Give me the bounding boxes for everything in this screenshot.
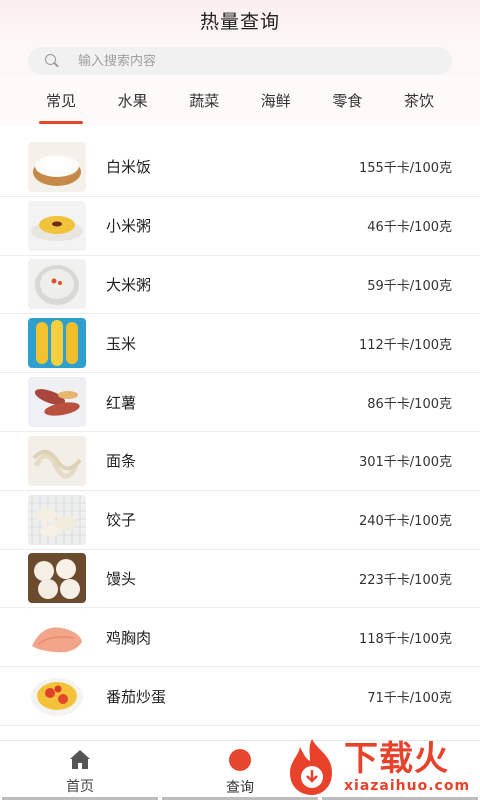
list-item[interactable]: 玉米 112千卡/100克 xyxy=(0,314,480,374)
food-name: 白米饭 xyxy=(106,158,152,177)
tab-seafood[interactable]: 海鲜 xyxy=(261,86,291,115)
nav-home[interactable]: 首页 xyxy=(0,741,160,800)
food-name: 鸡胸肉 xyxy=(106,628,152,647)
noodles-image xyxy=(28,435,86,486)
rice-bowl-image xyxy=(28,141,86,192)
food-name: 小米粥 xyxy=(106,217,152,236)
tab-vegetables[interactable]: 蔬菜 xyxy=(189,86,219,115)
food-list: 白米饭 155千卡/100克 小米粥 46千卡/100克 大米粥 59千卡/10… xyxy=(0,138,480,726)
list-item[interactable]: 大米粥 59千卡/100克 xyxy=(0,256,480,315)
food-calories: 240千卡/100克 xyxy=(358,514,452,530)
list-item[interactable]: 小米粥 46千卡/100克 xyxy=(0,197,480,256)
watermark-text: 下载火 xyxy=(344,739,449,779)
list-item[interactable]: 鸡胸肉 118千卡/100克 xyxy=(0,608,480,668)
watermark-url: xiazaihuo.com xyxy=(344,778,471,794)
food-name: 大米粥 xyxy=(106,275,152,294)
list-item[interactable]: 馒头 223千卡/100克 xyxy=(0,550,480,609)
food-name: 饺子 xyxy=(106,511,137,530)
food-calories: 223千卡/100克 xyxy=(358,572,452,588)
food-calories: 155千卡/100克 xyxy=(358,161,452,177)
tab-snacks[interactable]: 零食 xyxy=(332,86,362,115)
tomato-egg-image xyxy=(28,671,86,722)
millet-porridge-image xyxy=(28,200,86,251)
search-bar[interactable] xyxy=(28,47,452,75)
tab-drinks[interactable]: 茶饮 xyxy=(404,86,434,115)
food-calories: 112千卡/100克 xyxy=(358,337,452,353)
food-calories: 59千卡/100克 xyxy=(367,278,452,294)
food-calories: 301千卡/100克 xyxy=(358,455,452,471)
dumplings-image xyxy=(28,494,86,545)
food-name: 番茄炒蛋 xyxy=(106,687,167,706)
sweet-potato-image xyxy=(28,377,86,428)
list-item[interactable]: 番茄炒蛋 71千卡/100克 xyxy=(0,667,480,726)
corn-image xyxy=(28,318,86,369)
food-name: 面条 xyxy=(106,452,137,471)
food-calories: 71千卡/100克 xyxy=(367,690,452,706)
food-calories: 118千卡/100克 xyxy=(358,631,452,647)
search-area xyxy=(0,40,480,75)
list-item[interactable]: 红薯 86千卡/100克 xyxy=(0,373,480,432)
category-tabs: 常见 水果 蔬菜 海鲜 零食 茶饮 xyxy=(0,75,480,125)
list-item[interactable]: 饺子 240千卡/100克 xyxy=(0,491,480,550)
search-icon xyxy=(44,53,60,69)
food-name: 红薯 xyxy=(106,393,137,412)
food-calories: 86千卡/100克 xyxy=(367,396,452,412)
food-calories: 46千卡/100克 xyxy=(367,220,452,236)
steamed-bun-image xyxy=(28,553,86,604)
search-input[interactable] xyxy=(78,53,378,69)
query-icon xyxy=(229,749,251,771)
page-title: 热量查询 xyxy=(199,10,280,33)
watermark: 下载火 xiazaihuo.com xyxy=(284,736,474,798)
title-bar: 热量查询 xyxy=(0,0,480,40)
food-name: 馒头 xyxy=(106,569,137,588)
nav-home-label: 首页 xyxy=(66,779,94,795)
chicken-breast-image xyxy=(28,612,86,663)
food-name: 玉米 xyxy=(106,334,137,353)
tab-common[interactable]: 常见 xyxy=(38,86,84,124)
flame-logo-icon xyxy=(290,739,332,795)
tab-fruit[interactable]: 水果 xyxy=(118,86,148,115)
rice-porridge-image xyxy=(28,259,86,310)
list-item[interactable]: 白米饭 155千卡/100克 xyxy=(0,138,480,197)
nav-query-label: 查询 xyxy=(226,780,254,796)
home-icon xyxy=(70,750,90,769)
list-item[interactable]: 面条 301千卡/100克 xyxy=(0,432,480,491)
